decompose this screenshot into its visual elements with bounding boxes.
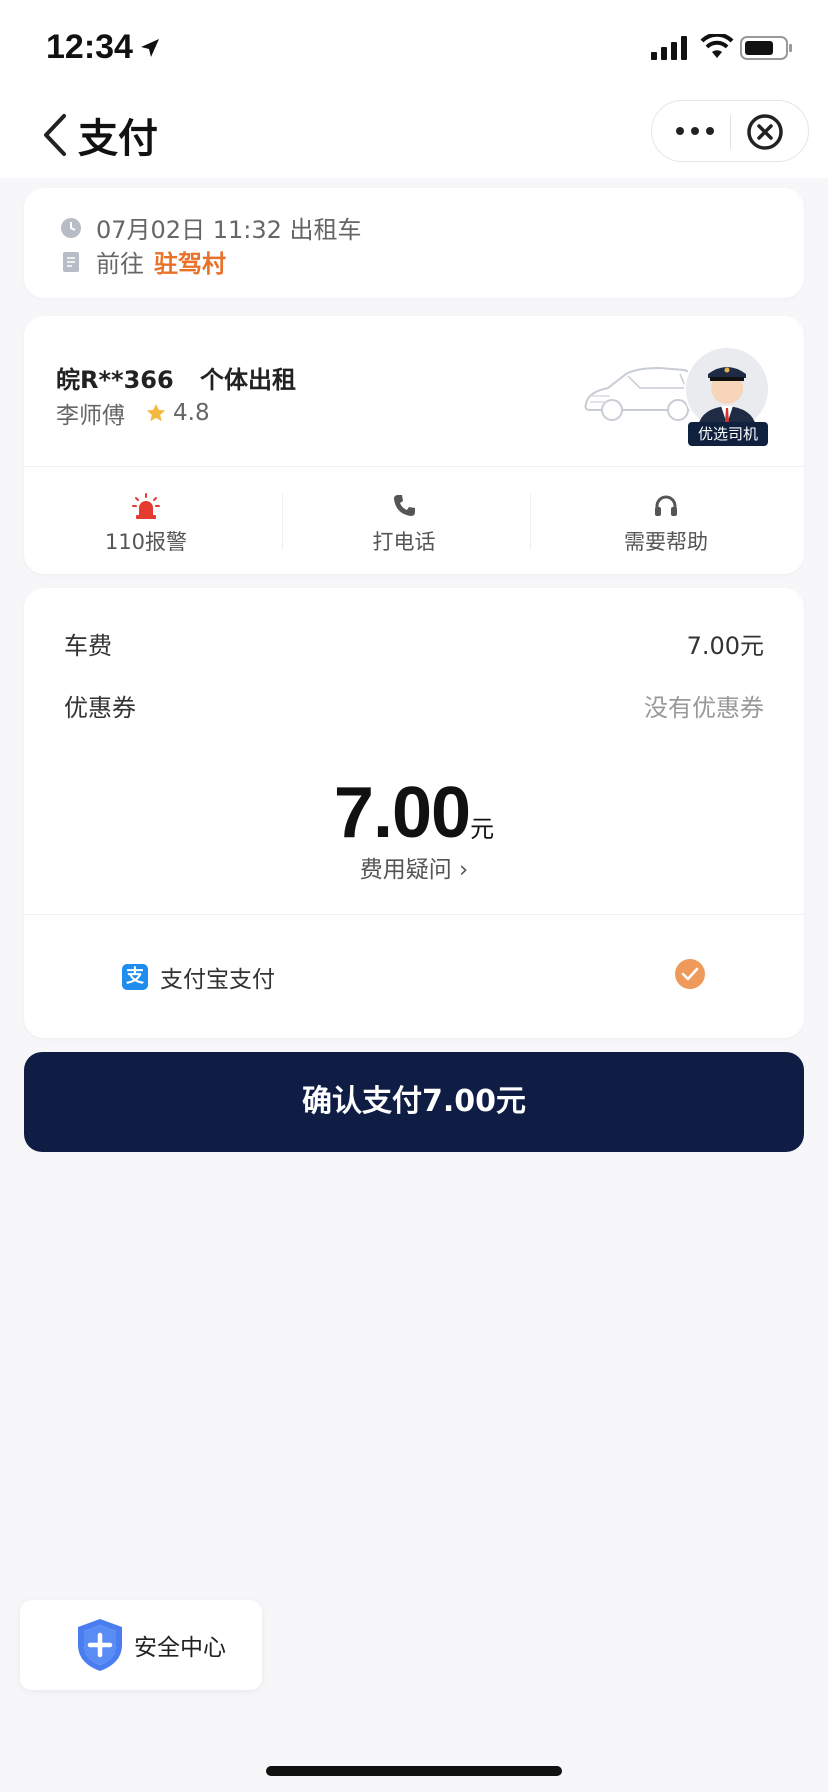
car-type: 个体出租 (200, 366, 297, 394)
back-arrow-icon[interactable] (40, 112, 70, 158)
more-icon[interactable] (674, 121, 716, 141)
clock-icon (61, 217, 81, 238)
coupon-label: 优惠券 (64, 694, 136, 722)
headset-icon (655, 495, 677, 516)
trip-datetime: 07月02日 11:32 出租车 (96, 216, 362, 244)
confirm-payment-button[interactable]: 确认支付7.00元 (24, 1052, 804, 1152)
divider (24, 466, 804, 467)
destination-label: 前往 (96, 250, 144, 278)
checkmark-icon[interactable] (674, 958, 706, 990)
coupon-value: 没有优惠券 (644, 694, 764, 722)
alarm-110-button[interactable]: 110报警 (36, 492, 256, 556)
driver-avatar (684, 346, 770, 432)
action-separator (282, 494, 283, 550)
action-label: 需要帮助 (624, 530, 708, 554)
status-bar: 12:34 (0, 0, 828, 96)
coupon-row[interactable]: 优惠券 没有优惠券 (64, 688, 764, 723)
total-amount-unit: 元 (470, 815, 495, 843)
location-arrow-icon (141, 39, 159, 57)
capsule-divider (730, 115, 731, 149)
fee-question-link[interactable]: 费用疑问 › (24, 850, 804, 884)
wifi-icon (700, 34, 734, 58)
alarm-icon (132, 493, 160, 519)
shield-icon (78, 1619, 122, 1671)
help-button[interactable]: 需要帮助 (556, 492, 776, 556)
status-time: 12:34 (46, 28, 133, 66)
battery-icon (740, 36, 792, 60)
destination-name: 驻驾村 (154, 250, 226, 278)
driver-rating: 4.8 (173, 400, 210, 426)
home-indicator (266, 1766, 562, 1776)
driver-name: 李师傅 (56, 403, 125, 429)
close-icon[interactable] (746, 113, 784, 151)
fare-row: 车费 7.00元 (64, 626, 764, 661)
driver-card: 皖R**366 个体出租 李师傅 4.8 优选司机 110报警 打电话 需要帮助 (24, 316, 804, 574)
page-title: 支付 (78, 116, 158, 162)
trip-time-row: 07月02日 11:32 出租车 (60, 210, 362, 245)
action-label: 110报警 (104, 530, 188, 554)
safety-center-button[interactable]: 安全中心 (20, 1600, 262, 1690)
trip-destination-row: 前往 驻驾村 (60, 244, 226, 279)
divider (24, 914, 804, 915)
fare-label: 车费 (64, 632, 112, 660)
payment-card: 车费 7.00元 优惠券 没有优惠券 7.00元 费用疑问 › 支 支付宝支付 (24, 588, 804, 1038)
cellular-signal-icon (651, 36, 687, 60)
alipay-icon: 支 (122, 964, 148, 990)
action-label: 打电话 (372, 530, 436, 554)
license-plate: 皖R**366 (56, 366, 174, 394)
action-separator (530, 494, 531, 550)
total-amount-value: 7.00 (333, 773, 471, 853)
trip-info-card: 07月02日 11:32 出租车 前往 驻驾村 (24, 188, 804, 298)
phone-icon (394, 495, 415, 516)
navigation-bar: 支付 (0, 96, 828, 178)
safety-center-label: 安全中心 (134, 1635, 226, 1661)
document-icon (63, 251, 79, 272)
payment-method-label: 支付宝支付 (160, 967, 275, 993)
driver-info: 李师傅 4.8 (56, 396, 210, 430)
fare-value: 7.00元 (686, 632, 764, 660)
total-amount: 7.00元 (24, 772, 804, 854)
vehicle-info: 皖R**366 个体出租 (56, 360, 296, 395)
miniapp-capsule (651, 100, 809, 162)
call-button[interactable]: 打电话 (294, 492, 514, 556)
alipay-method[interactable]: 支 支付宝支付 (122, 960, 275, 994)
preferred-driver-badge: 优选司机 (688, 422, 768, 446)
star-icon (146, 403, 166, 422)
